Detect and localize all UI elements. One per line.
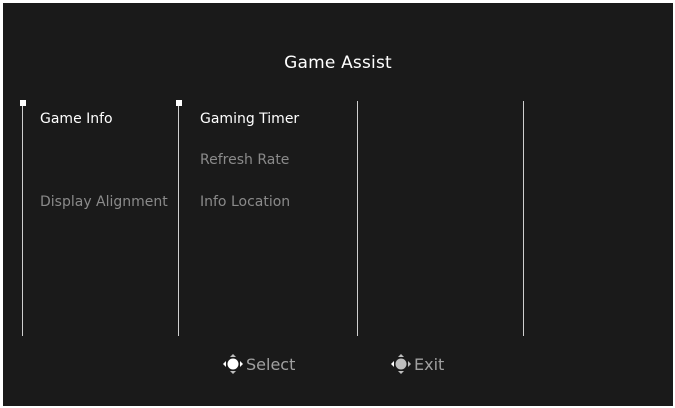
column-divider-4 [523,101,524,336]
column1-selection-marker [20,100,26,106]
joystick-select-icon [223,354,243,374]
column-divider-2 [178,101,179,336]
submenu-item-refresh-rate[interactable]: Refresh Rate [200,152,289,168]
column-divider-3 [357,101,358,336]
menu-item-game-info[interactable]: Game Info [40,111,113,127]
osd-menu: Game Assist Game Info Display Alignment … [3,3,673,406]
submenu-item-info-location[interactable]: Info Location [200,194,290,210]
select-hint: Select [222,353,295,375]
select-label: Select [246,354,296,374]
joystick-exit-icon [391,354,411,374]
exit-label: Exit [414,354,445,374]
column2-selection-marker [176,100,182,106]
exit-hint: Exit [390,353,444,375]
column-divider-1 [22,101,23,336]
menu-item-display-alignment[interactable]: Display Alignment [40,194,168,210]
menu-title: Game Assist [284,53,392,73]
submenu-item-gaming-timer[interactable]: Gaming Timer [200,111,299,127]
